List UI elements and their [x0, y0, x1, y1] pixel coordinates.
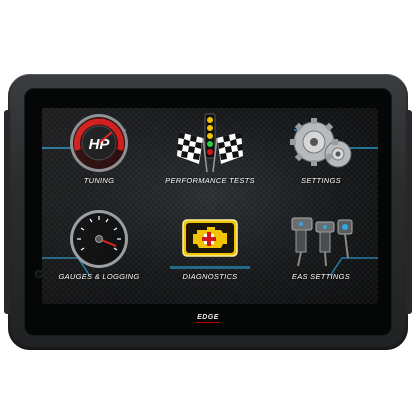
monitor-device: HP TUNING PERFORMANCE TESTS SETTINGS GAU…	[4, 74, 412, 350]
gauge-icon	[70, 210, 128, 268]
menu-tile-tuning[interactable]: HP TUNING	[44, 112, 154, 208]
menu-tile-performance-tests[interactable]: PERFORMANCE TESTS	[155, 112, 265, 208]
menu-tile-eas-settings[interactable]: EAS SETTINGS	[266, 208, 376, 304]
tile-label: PERFORMANCE TESTS	[165, 176, 255, 185]
tile-label: DIAGNOSTICS	[182, 272, 238, 281]
check-engine-icon	[182, 219, 238, 257]
touch-screen: HP TUNING PERFORMANCE TESTS SETTINGS GAU…	[42, 108, 378, 304]
tile-label: SETTINGS	[301, 176, 341, 185]
svg-text:HP: HP	[89, 136, 111, 153]
edge-logo: EDGE	[190, 314, 226, 324]
menu-tile-settings[interactable]: SETTINGS	[266, 112, 376, 208]
hp-gauge-icon: HP	[70, 114, 128, 172]
drag-tree-flags-icon	[177, 113, 243, 173]
logo-underline	[196, 322, 220, 323]
gears-icon	[290, 118, 352, 168]
menu-tile-diagnostics[interactable]: DIAGNOSTICS	[155, 208, 265, 304]
tile-label: TUNING	[83, 176, 115, 185]
tile-label: GAUGES & LOGGING	[58, 272, 140, 281]
eas-connectors-icon	[291, 217, 353, 267]
menu-tile-gauges-logging[interactable]: GAUGES & LOGGING	[44, 208, 154, 304]
brand-logo-text: EDGE	[197, 314, 219, 321]
tile-label: EAS SETTINGS	[291, 272, 351, 281]
